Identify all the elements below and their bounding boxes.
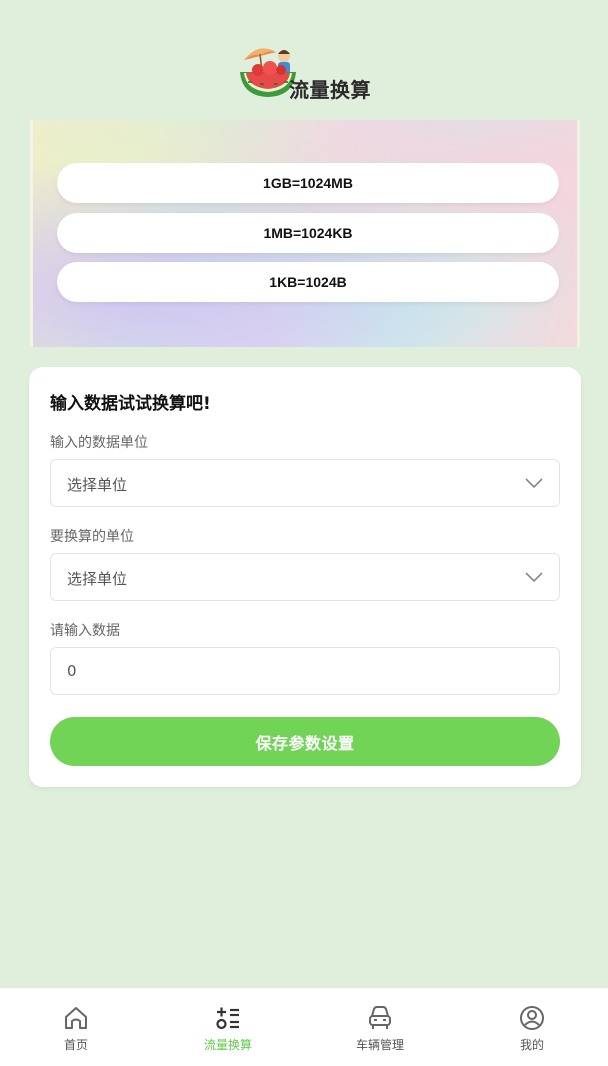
calculator-icon [216, 1007, 239, 1030]
chevron-down-icon [525, 572, 543, 583]
app-header: 流量换算 [0, 40, 608, 102]
tab-traffic-conversion-label: 流量换算 [203, 1038, 252, 1052]
from-unit-select[interactable]: 选择单位 [50, 459, 560, 507]
tab-home[interactable]: 首页 [0, 988, 152, 1066]
tab-vehicle-management-label: 车辆管理 [355, 1038, 404, 1052]
chevron-down-icon [525, 478, 543, 489]
from-unit-label: 输入的数据单位 [50, 435, 148, 451]
rule-pill: 1MB=1024KB [57, 213, 559, 253]
rule-pill: 1KB=1024B [57, 262, 559, 302]
from-unit-value: 选择单位 [67, 476, 128, 494]
rule-pill: 1GB=1024MB [57, 163, 559, 203]
tab-home-label: 首页 [63, 1038, 88, 1052]
tab-profile-label: 我的 [519, 1038, 544, 1052]
unit-rules-banner: 1GB=1024MB 1MB=1024KB 1KB=1024B [30, 120, 580, 347]
tab-vehicle-management[interactable]: 车辆管理 [304, 988, 456, 1066]
data-input-label: 请输入数据 [50, 623, 120, 639]
page-title: 流量换算 [289, 78, 371, 102]
bottom-tab-bar: 首页 流量换算 车辆管理 我的 [0, 987, 608, 1066]
conversion-form-card: 输入数据试试换算吧! 输入的数据单位 选择单位 要换算的单位 选择单位 请输入数… [29, 367, 581, 787]
tab-profile[interactable]: 我的 [456, 988, 608, 1066]
to-unit-label: 要换算的单位 [50, 529, 134, 545]
save-settings-button[interactable]: 保存参数设置 [50, 717, 560, 766]
to-unit-value: 选择单位 [67, 570, 128, 588]
user-icon [520, 1006, 544, 1030]
to-unit-select[interactable]: 选择单位 [50, 553, 560, 601]
data-input-value: 0 [67, 662, 77, 680]
data-input[interactable]: 0 [50, 647, 560, 695]
tab-traffic-conversion[interactable]: 流量换算 [152, 988, 304, 1066]
home-icon [65, 1007, 87, 1029]
form-heading: 输入数据试试换算吧! [50, 394, 211, 414]
car-icon [369, 1006, 391, 1029]
